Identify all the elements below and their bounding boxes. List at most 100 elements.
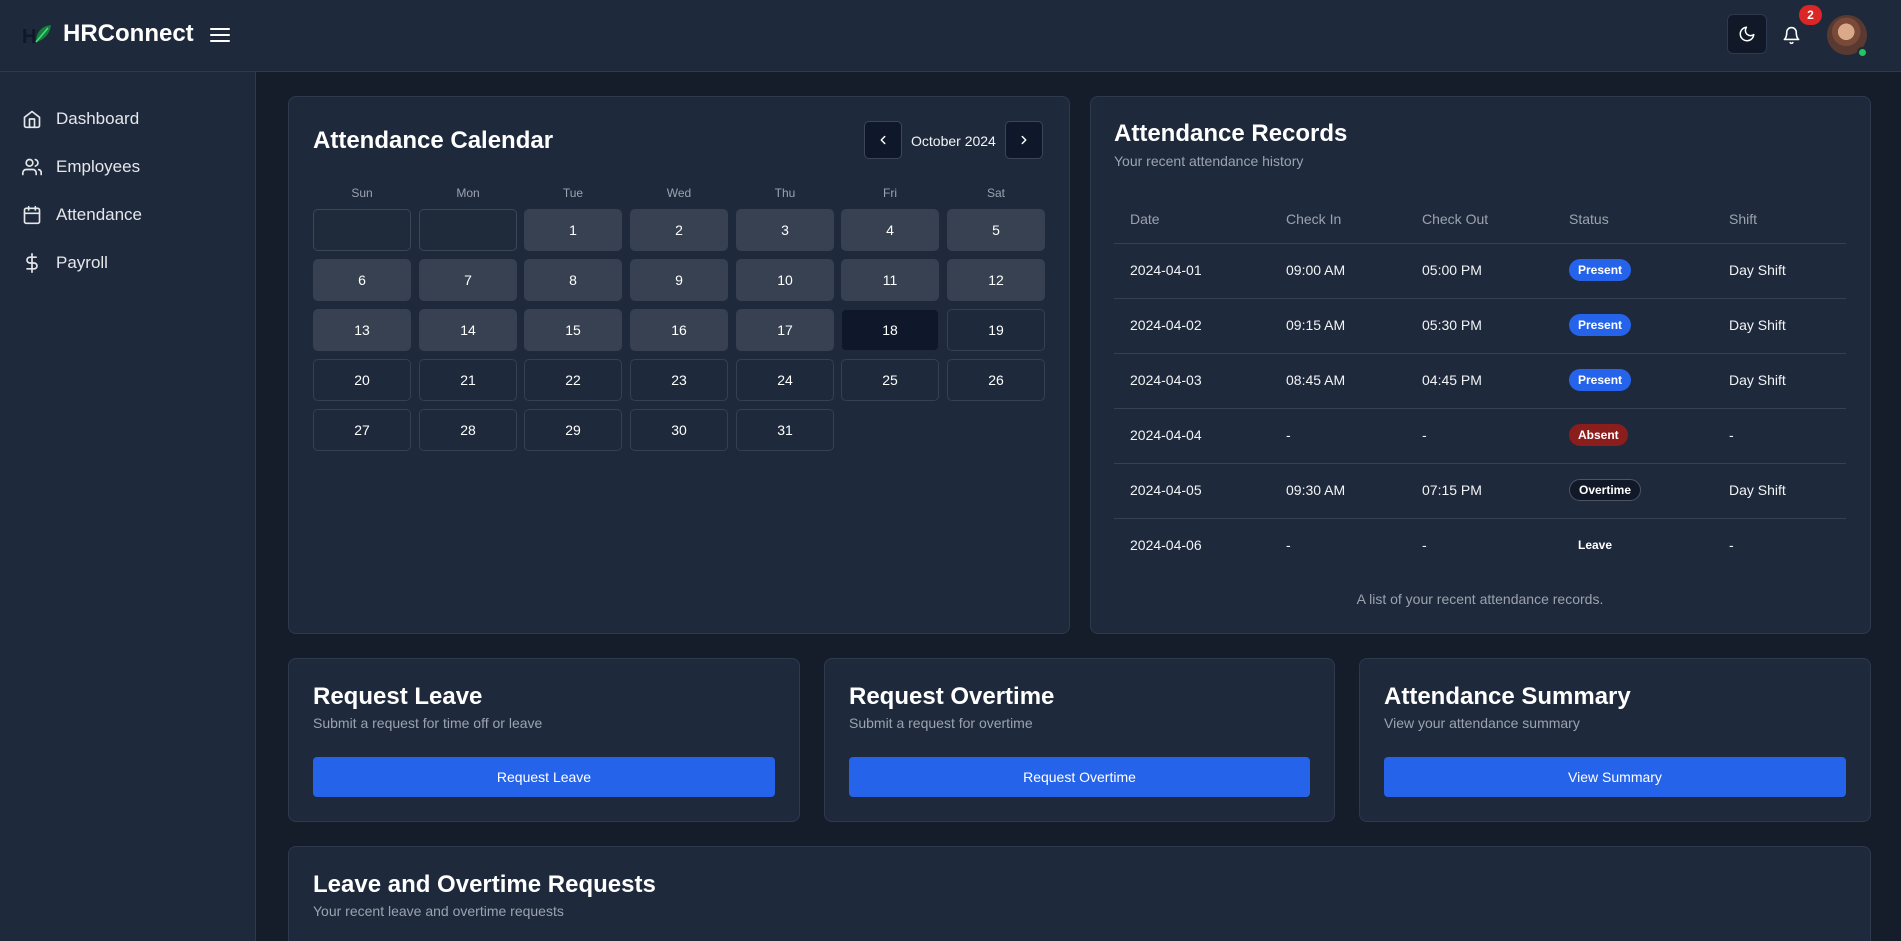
chevron-left-icon (880, 135, 886, 145)
table-cell-check-in: 08:45 AM (1286, 372, 1346, 388)
next-month-button[interactable] (1005, 121, 1043, 159)
column-header: Shift (1729, 211, 1758, 227)
sidebar: Dashboard Employees Attendance Payroll (0, 72, 256, 941)
sidebar-item-label: Attendance (56, 205, 143, 224)
app-title: HRConnect (63, 20, 194, 47)
bell-icon (1783, 26, 1799, 44)
calendar-day[interactable]: 13 (313, 309, 411, 351)
prev-month-button[interactable] (864, 121, 902, 159)
table-cell-date: 2024-04-02 (1130, 317, 1202, 333)
request-overtime-subtitle: Submit a request for overtime (849, 715, 1033, 731)
calendar-day[interactable]: 2 (630, 209, 728, 251)
calendar-day[interactable]: 28 (419, 409, 517, 451)
sidebar-item-employees[interactable]: Employees (22, 151, 242, 183)
dollar-icon (26, 253, 38, 273)
table-cell-check-out: 05:30 PM (1422, 317, 1482, 333)
table-row-divider (1114, 463, 1846, 464)
calendar-day[interactable]: 17 (736, 309, 834, 351)
table-cell-shift: Day Shift (1729, 262, 1786, 278)
calendar-day[interactable]: 26 (947, 359, 1045, 401)
calendar-empty-cell (313, 209, 411, 251)
menu-toggle-icon[interactable] (208, 24, 232, 46)
request-overtime-title: Request Overtime (849, 683, 1055, 710)
calendar-day[interactable]: 3 (736, 209, 834, 251)
sidebar-item-attendance[interactable]: Attendance (22, 199, 242, 231)
table-cell-date: 2024-04-04 (1130, 427, 1202, 443)
notifications-button[interactable] (1776, 20, 1806, 50)
table-cell-date: 2024-04-01 (1130, 262, 1202, 278)
table-cell-check-out: 05:00 PM (1422, 262, 1482, 278)
calendar-day[interactable]: 19 (947, 309, 1045, 351)
request-leave-subtitle: Submit a request for time off or leave (313, 715, 543, 731)
calendar-day[interactable]: 20 (313, 359, 411, 401)
calendar-day[interactable]: 11 (841, 259, 939, 301)
current-month-label: October 2024 (911, 133, 996, 149)
status-badge: Absent (1569, 424, 1628, 446)
calendar-day-today[interactable]: 18 (841, 309, 939, 351)
calendar-day[interactable]: 8 (524, 259, 622, 301)
calendar-day[interactable]: 1 (524, 209, 622, 251)
app-logo-icon: H (22, 25, 51, 48)
moon-icon (1739, 26, 1755, 42)
column-header: Check Out (1422, 211, 1489, 227)
table-cell-shift: Day Shift (1729, 372, 1786, 388)
attendance-summary-subtitle: View your attendance summary (1384, 715, 1580, 731)
request-overtime-button[interactable]: Request Overtime (849, 757, 1310, 797)
weekday-label: Tue (562, 186, 584, 200)
chevron-right-icon (1021, 135, 1027, 145)
sidebar-item-label: Payroll (56, 253, 108, 272)
calendar-title: Attendance Calendar (313, 127, 554, 154)
calendar-day[interactable]: 7 (419, 259, 517, 301)
weekday-label: Thu (774, 186, 796, 200)
calendar-day[interactable]: 21 (419, 359, 517, 401)
calendar-day[interactable]: 14 (419, 309, 517, 351)
home-icon (23, 110, 41, 129)
online-status-indicator (1857, 47, 1868, 58)
calendar-day[interactable]: 5 (947, 209, 1045, 251)
calendar-day[interactable]: 9 (630, 259, 728, 301)
calendar-day[interactable]: 25 (841, 359, 939, 401)
table-divider (1114, 243, 1846, 244)
calendar-day[interactable]: 12 (947, 259, 1045, 301)
table-row-divider (1114, 518, 1846, 519)
calendar-day[interactable]: 10 (736, 259, 834, 301)
weekday-label: Sun (351, 186, 373, 200)
table-cell-date: 2024-04-03 (1130, 372, 1202, 388)
calendar-day[interactable]: 24 (736, 359, 834, 401)
records-caption: A list of your recent attendance records… (1356, 591, 1604, 607)
table-cell-date: 2024-04-06 (1130, 537, 1202, 553)
sidebar-item-payroll[interactable]: Payroll (22, 247, 242, 279)
table-row-divider (1114, 298, 1846, 299)
calendar-day[interactable]: 27 (313, 409, 411, 451)
attendance-summary-title: Attendance Summary (1384, 683, 1631, 710)
table-cell-shift: Day Shift (1729, 482, 1786, 498)
table-cell-check-in: - (1286, 427, 1291, 443)
request-leave-button[interactable]: Request Leave (313, 757, 775, 797)
notification-count-badge: 2 (1799, 5, 1822, 25)
calendar-day[interactable]: 15 (524, 309, 622, 351)
calendar-day[interactable]: 22 (524, 359, 622, 401)
request-leave-title: Request Leave (313, 683, 483, 710)
calendar-day[interactable]: 30 (630, 409, 728, 451)
table-cell-check-in: - (1286, 537, 1291, 553)
table-cell-check-in: 09:00 AM (1286, 262, 1346, 278)
sidebar-item-dashboard[interactable]: Dashboard (22, 103, 242, 135)
status-badge: Overtime (1569, 479, 1642, 501)
records-subtitle: Your recent attendance history (1114, 153, 1304, 169)
calendar-day[interactable]: 31 (736, 409, 834, 451)
table-cell-shift: - (1729, 537, 1734, 553)
top-header: H HRConnect 2 (0, 0, 1901, 72)
calendar-day[interactable]: 16 (630, 309, 728, 351)
calendar-day[interactable]: 29 (524, 409, 622, 451)
table-cell-check-out: 04:45 PM (1422, 372, 1482, 388)
theme-toggle-button[interactable] (1727, 14, 1767, 54)
weekday-label: Sat (986, 186, 1005, 200)
users-icon (22, 158, 42, 176)
calendar-day[interactable]: 4 (841, 209, 939, 251)
table-cell-check-in: 09:15 AM (1286, 317, 1346, 333)
view-summary-button[interactable]: View Summary (1384, 757, 1846, 797)
calendar-day[interactable]: 6 (313, 259, 411, 301)
table-cell-shift: Day Shift (1729, 317, 1786, 333)
calendar-day[interactable]: 23 (630, 359, 728, 401)
column-header: Check In (1286, 211, 1342, 227)
